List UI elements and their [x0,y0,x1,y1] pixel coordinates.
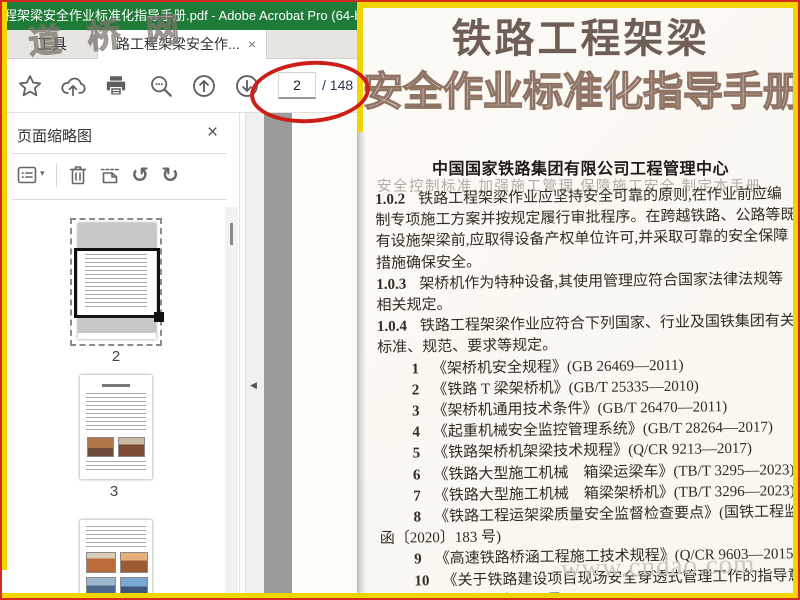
panel-scrollbar-thumb[interactable] [230,223,233,245]
pdf-page-view: 铁路工程架梁 安全作业标准化指导手册 中国国家铁路集团有限公司工程管理中心 安全… [363,2,798,598]
divider [12,199,227,200]
panel-close-icon[interactable]: × [207,122,218,144]
share-cloud-icon[interactable] [60,73,86,99]
acrobat-window: 铁路工程架梁 安全作业标准化指导手册 中国国家铁路集团有限公司工程管理中心 安全… [0,0,800,600]
panel-title: 页面缩略图 [17,128,93,145]
thumbnail-scan-band [78,223,156,248]
thumbnail-photo [118,437,145,457]
thumbnail-heading [102,384,130,387]
tab-close-icon[interactable]: × [248,30,256,59]
viewport-resize-handle[interactable] [154,312,164,322]
print-icon[interactable] [103,73,129,99]
panel-splitter[interactable]: ◀ [245,113,264,596]
delete-page-icon[interactable] [66,163,90,187]
rotate-right-icon[interactable]: ↻ [158,163,182,187]
thumbnail-page-4[interactable] [80,520,152,596]
collapse-panel-icon[interactable]: ◀ [250,381,257,391]
thumbnail-text-lines [86,526,146,548]
divider [56,163,57,187]
thumbnail-label-3: 3 [109,483,119,500]
thumbnails-panel: 页面缩略图 × ▾ ↺ ↻ 2 3 [2,113,240,596]
thumbnail-photo [120,552,148,573]
previous-page-icon[interactable] [191,73,217,99]
yellow-divider [357,2,363,132]
page-edge-shadow [357,132,369,596]
thumbnail-text-lines [86,461,146,473]
yellow-frame-top [357,2,798,8]
thumbnail-label-2: 2 [111,348,121,365]
chevron-down-icon[interactable]: ▾ [40,169,45,179]
page-watermark: www.cndao.com [560,548,756,584]
document-background [264,113,292,596]
yellow-frame-bottom [2,593,798,598]
pdf-page-margin [292,113,359,596]
favorite-star-icon[interactable] [17,73,43,99]
thumbnail-viewport-box[interactable] [74,248,164,322]
thumbnail-photo [86,552,116,573]
pdf-body-text: 1.0.2 铁路工程架梁作业应坚持安全可靠的原则,在作业前应编 制专项施工方案并按… [375,184,798,598]
extract-page-icon[interactable] [98,163,122,187]
options-menu-icon[interactable] [15,163,39,187]
pdf-title: 铁路工程架梁 [451,17,710,61]
rotate-left-icon[interactable]: ↺ [128,163,152,187]
thumbnail-page-3[interactable] [80,375,152,479]
pdf-subtitle: 安全作业标准化指导手册 [363,69,798,114]
panel-scrollbar[interactable] [225,207,238,596]
thumbnail-text-lines [86,393,146,433]
search-icon[interactable] [148,73,174,99]
yellow-frame-right [793,2,798,598]
yellow-frame-left [2,2,7,570]
divider [12,153,227,154]
thumbnail-photo [87,437,114,457]
